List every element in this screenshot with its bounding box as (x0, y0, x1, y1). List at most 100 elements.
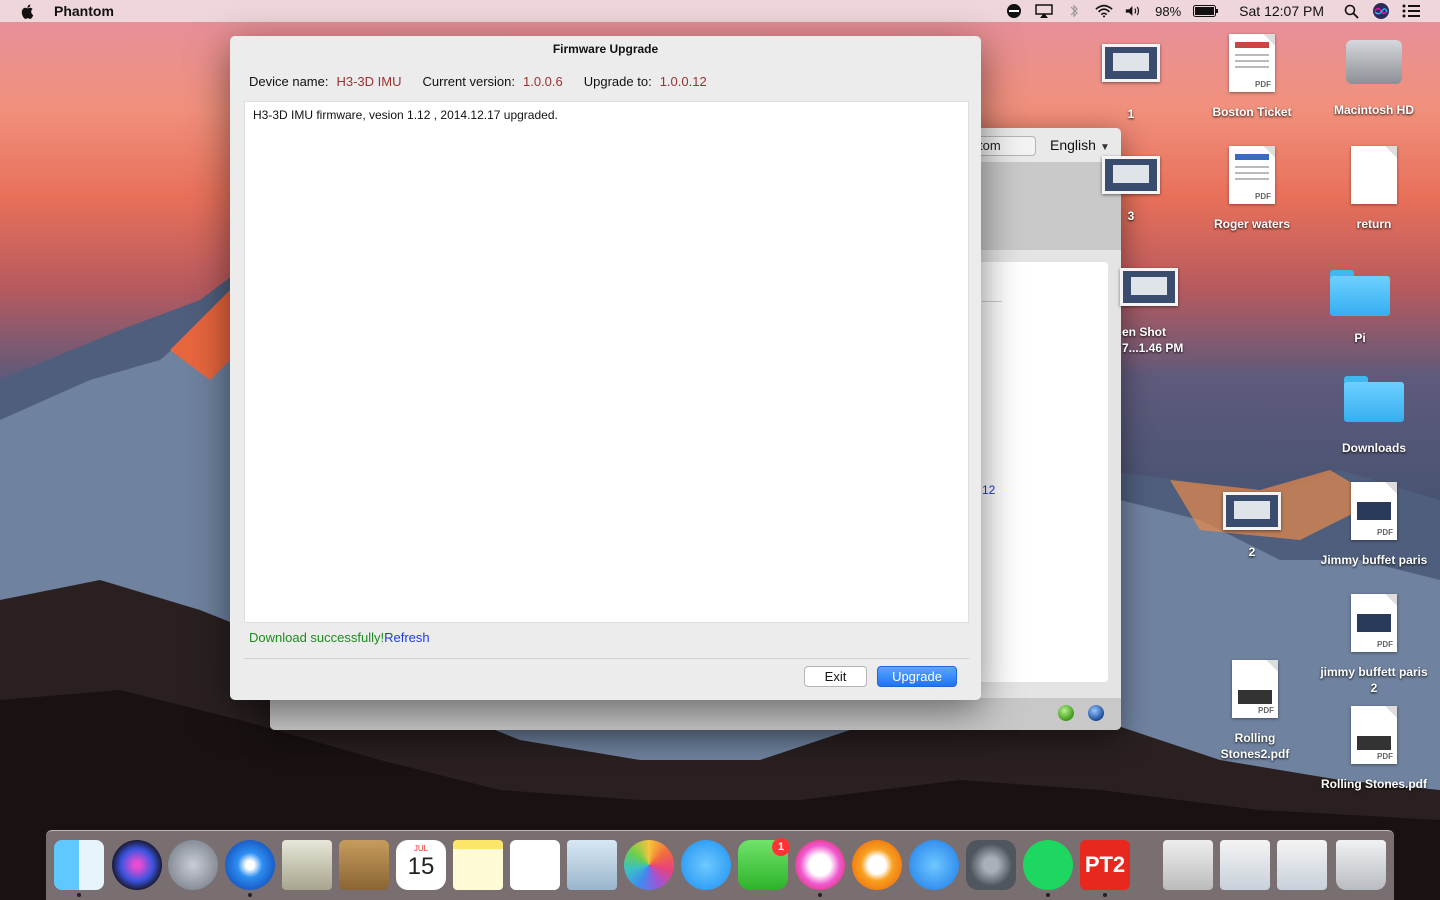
bluetooth-icon[interactable] (1065, 3, 1083, 19)
notification-badge: 1 (772, 838, 790, 856)
pt2-app-icon[interactable]: PT2 (1080, 840, 1130, 890)
pdf-document-icon: PDF (1351, 594, 1397, 652)
desktop-icon-jimmy-buffett-paris-2[interactable]: PDF jimmy buffett paris 2 (1319, 594, 1429, 696)
desktop-icon-label: Rolling Stones.pdf (1321, 777, 1427, 791)
screenshot-stack-icon[interactable] (1277, 840, 1327, 890)
running-indicator (818, 893, 822, 897)
siri-icon[interactable] (1372, 3, 1390, 19)
battery-percent: 98% (1155, 3, 1182, 19)
screenshot-thumbnail-icon (1102, 156, 1160, 194)
pdf-document-icon: PDF (1232, 660, 1278, 718)
safari-icon[interactable] (225, 840, 275, 890)
desktop-icon-label: 2 (1248, 545, 1256, 559)
apple-menu-icon[interactable] (20, 3, 36, 19)
log-line: H3-3D IMU firmware, vesion 1.12 , 2014.1… (253, 108, 558, 122)
itunes-icon[interactable] (795, 840, 845, 890)
chevron-down-icon[interactable]: ▼ (1100, 142, 1110, 153)
desktop-icon-label: Jimmy buffet paris (1320, 553, 1428, 567)
device-name-label: Device name: (249, 74, 329, 89)
notification-center-icon[interactable] (1402, 3, 1420, 19)
folder-icon (1344, 376, 1404, 422)
desktop-icon-macintosh-hd[interactable]: Macintosh HD (1319, 32, 1429, 118)
running-indicator (1103, 893, 1107, 897)
desktop-icon-label: Roger waters (1213, 217, 1291, 231)
desktop-icon-boston-ticket[interactable]: PDF Boston Ticket (1197, 34, 1307, 120)
connection-status-blue-icon (1088, 705, 1104, 721)
refresh-link[interactable]: Refresh (384, 630, 430, 645)
desktop-icon-2[interactable]: 2 (1197, 492, 1307, 560)
system-preferences-icon[interactable] (966, 840, 1016, 890)
document-stack-icon[interactable] (1163, 840, 1213, 890)
upgrade-to-label: Upgrade to: (583, 74, 652, 89)
desktop-icon-screen-shot[interactable]: en Shot 7...1.46 PM (1098, 268, 1198, 356)
exit-button[interactable]: Exit (804, 666, 867, 687)
airplay-icon[interactable] (1035, 3, 1053, 19)
separator (244, 658, 969, 659)
pdf-document-icon: PDF (1351, 482, 1397, 540)
clock[interactable]: Sat 12:07 PM (1239, 3, 1324, 19)
divider (982, 301, 1002, 302)
desktop-icon-rolling-stones2[interactable]: PDF Rolling Stones2.pdf (1200, 660, 1310, 762)
calendar-month: JUL (413, 844, 429, 853)
running-indicator (248, 893, 252, 897)
firmware-upgrade-dialog: Firmware Upgrade Device name: H3-3D IMU … (230, 36, 981, 700)
dnd-icon[interactable] (1005, 3, 1023, 19)
blank-document-icon (1351, 146, 1397, 204)
device-info-row: Device name: H3-3D IMU Current version: … (249, 74, 728, 89)
current-version-value: 1.0.0.6 (522, 74, 563, 89)
ibooks-icon[interactable] (852, 840, 902, 890)
pdf-document-icon: PDF (1351, 706, 1397, 764)
desktop-icon-label: en Shot 7...1.46 PM (1122, 325, 1184, 355)
desktop-icon-rolling-stones[interactable]: PDF Rolling Stones.pdf (1319, 706, 1429, 792)
desktop-icon-label: jimmy buffett paris 2 (1320, 665, 1428, 695)
photos-icon[interactable] (624, 840, 674, 890)
finder-icon[interactable] (54, 840, 104, 890)
device-name-value: H3-3D IMU (336, 74, 402, 89)
wifi-icon[interactable] (1095, 3, 1113, 19)
status-line: Download successfully!Refresh (249, 630, 430, 645)
hard-drive-icon (1346, 32, 1402, 88)
app-name-menu[interactable]: Phantom (54, 3, 114, 19)
pdf-document-icon: PDF (1229, 146, 1275, 204)
menu-bar: Phantom 98% Sat 12:07 PM (0, 0, 1440, 22)
app-store-icon[interactable] (909, 840, 959, 890)
desktop-icon-roger-waters[interactable]: PDF Roger waters (1197, 146, 1307, 232)
calendar-icon[interactable]: JUL 15 (396, 840, 446, 890)
volume-icon[interactable] (1125, 3, 1143, 19)
trash-icon[interactable] (1336, 840, 1386, 890)
desktop-icon-jimmy-buffet-paris[interactable]: PDF Jimmy buffet paris (1319, 482, 1429, 568)
desktop-icon-label: return (1356, 217, 1392, 231)
screenshot-stack-icon[interactable] (1220, 840, 1270, 890)
desktop-icon-return[interactable]: return (1319, 146, 1429, 232)
upgrade-to-value: 1.0.0.12 (659, 74, 707, 89)
log-textarea[interactable]: H3-3D IMU firmware, vesion 1.12 , 2014.1… (244, 101, 969, 623)
siri-icon[interactable] (112, 840, 162, 890)
desktop-icon-label: 1 (1127, 107, 1135, 121)
desktop-icon-3[interactable]: 3 (1076, 156, 1186, 224)
contacts-icon[interactable] (339, 840, 389, 890)
battery-icon[interactable] (1193, 3, 1219, 19)
preview-icon[interactable] (567, 840, 617, 890)
pdf-document-icon: PDF (1229, 34, 1275, 92)
screenshot-thumbnail-icon (1223, 492, 1281, 530)
desktop-icon-label: 3 (1127, 209, 1135, 223)
spotlight-search-icon[interactable] (1342, 3, 1360, 19)
notes-icon[interactable] (453, 840, 503, 890)
desktop-icon-downloads[interactable]: Downloads (1319, 376, 1429, 456)
folder-icon (1330, 270, 1390, 316)
desktop-icon-pi[interactable]: Pi (1305, 270, 1415, 346)
desktop-icon-label: Rolling Stones2.pdf (1220, 731, 1290, 761)
messages-icon[interactable] (681, 840, 731, 890)
language-select[interactable]: English (1050, 137, 1096, 153)
reminders-icon[interactable] (510, 840, 560, 890)
upgrade-button[interactable]: Upgrade (877, 666, 957, 687)
desktop-icon-label: Pi (1354, 331, 1366, 345)
desktop-icon-1[interactable]: 1 (1076, 44, 1186, 122)
partial-link-text[interactable]: 12 (982, 483, 995, 497)
current-version-label: Current version: (422, 74, 515, 89)
spotify-icon[interactable] (1023, 840, 1073, 890)
status-bar (270, 698, 1121, 730)
running-indicator (77, 893, 81, 897)
launchpad-icon[interactable] (168, 840, 218, 890)
mail-icon[interactable] (282, 840, 332, 890)
